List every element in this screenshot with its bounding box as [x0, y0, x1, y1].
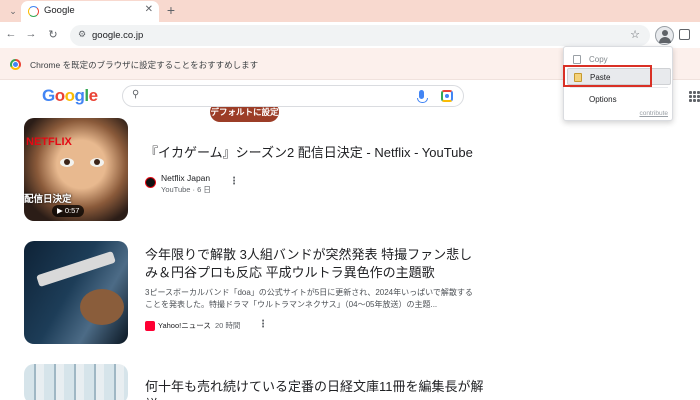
profile-head — [662, 30, 668, 36]
guitar-neck — [36, 250, 116, 288]
source-name[interactable]: Yahoo!ニュース — [158, 320, 211, 331]
search-input[interactable]: ⚲ — [122, 85, 464, 107]
google-lens-icon[interactable] — [441, 90, 453, 102]
feed-headline[interactable]: 『イカゲーム』シーズン2 配信日決定 - Netflix - YouTube — [145, 144, 485, 162]
article-thumbnail[interactable] — [24, 364, 128, 400]
tab-strip: ⌄ Google ✕ + — [0, 0, 700, 22]
address-bar-url[interactable]: google.co.jp — [92, 30, 143, 41]
address-bar[interactable]: ⚙ google.co.jp ☆ — [70, 25, 650, 46]
netflix-logo: NETFLIX — [26, 136, 72, 148]
menu-divider — [570, 87, 668, 88]
profile-body — [659, 37, 671, 43]
google-favicon-icon — [28, 6, 39, 17]
copy-icon — [573, 55, 581, 64]
logo-letter: g — [74, 86, 85, 105]
more-options-icon[interactable]: ⋮ — [258, 319, 268, 330]
infobar-message: Chrome を既定のブラウザに設定することをおすすめします — [30, 60, 259, 70]
logo-letter: G — [42, 86, 55, 105]
source-name[interactable]: Netflix Japan — [161, 173, 210, 183]
netflix-channel-avatar-icon — [145, 177, 156, 188]
tab-search-chevron-icon[interactable]: ⌄ — [6, 4, 20, 18]
close-tab-icon[interactable]: ✕ — [145, 4, 153, 15]
source-meta: YouTube · 6 日 — [161, 185, 211, 194]
forward-arrow-icon[interactable]: → — [24, 28, 38, 40]
video-thumbnail[interactable]: NETFLIX 配信日決定 ▶ 0:57 — [24, 118, 128, 221]
reload-icon[interactable]: ↻ — [46, 28, 60, 41]
extensions-puzzle-icon[interactable] — [679, 29, 690, 40]
more-options-icon[interactable]: ⋮ — [229, 176, 239, 187]
contribute-link[interactable]: contribute — [639, 110, 668, 117]
feed-snippet: 3ピースボーカルバンド「doa」の公式サイトが5日に更新され、2024年いっぱい… — [145, 288, 473, 309]
menu-item-label: Options — [589, 95, 617, 104]
video-duration-badge: ▶ 0:57 — [52, 205, 85, 217]
site-info-icon[interactable]: ⚙ — [78, 29, 86, 40]
yahoo-favicon-icon — [145, 321, 155, 331]
thumbnail-caption: 配信日決定 — [24, 194, 72, 205]
article-thumbnail[interactable] — [24, 241, 128, 344]
back-arrow-icon[interactable]: ← — [4, 28, 18, 40]
feed-headline[interactable]: 何十年も売れ続けている定番の日経文庫11冊を編集長が解説 — [145, 378, 485, 400]
browser-toolbar: ← → ↻ ⚙ google.co.jp ☆ — [0, 22, 700, 48]
source-meta: 20 時間 — [215, 321, 241, 330]
logo-letter: o — [64, 86, 75, 105]
tab-title: Google — [44, 5, 75, 16]
new-tab-plus-icon[interactable]: + — [164, 2, 178, 18]
guitar-body — [80, 289, 124, 325]
doll-eye — [90, 158, 104, 167]
google-apps-grid-icon[interactable] — [689, 91, 700, 102]
chrome-logo-icon — [10, 59, 21, 70]
paste-highlight-annotation — [563, 65, 652, 87]
menu-item-options[interactable]: Options — [567, 91, 671, 108]
google-logo[interactable]: Google — [42, 86, 98, 106]
search-icon: ⚲ — [132, 89, 140, 100]
doll-eye — [60, 158, 74, 167]
bookmark-star-icon[interactable]: ☆ — [630, 28, 640, 41]
menu-item-label: Copy — [589, 55, 608, 64]
voice-search-mic-icon[interactable] — [417, 90, 428, 103]
profile-avatar-icon[interactable] — [655, 26, 674, 45]
tab-google[interactable]: Google ✕ — [21, 1, 159, 22]
logo-letter: o — [54, 86, 65, 105]
logo-letter: e — [88, 86, 98, 105]
feed-headline[interactable]: 今年限りで解散 3人組バンドが突然発表 特撮ファン悲しみ＆円谷プロも反応 平成ウ… — [145, 246, 485, 282]
